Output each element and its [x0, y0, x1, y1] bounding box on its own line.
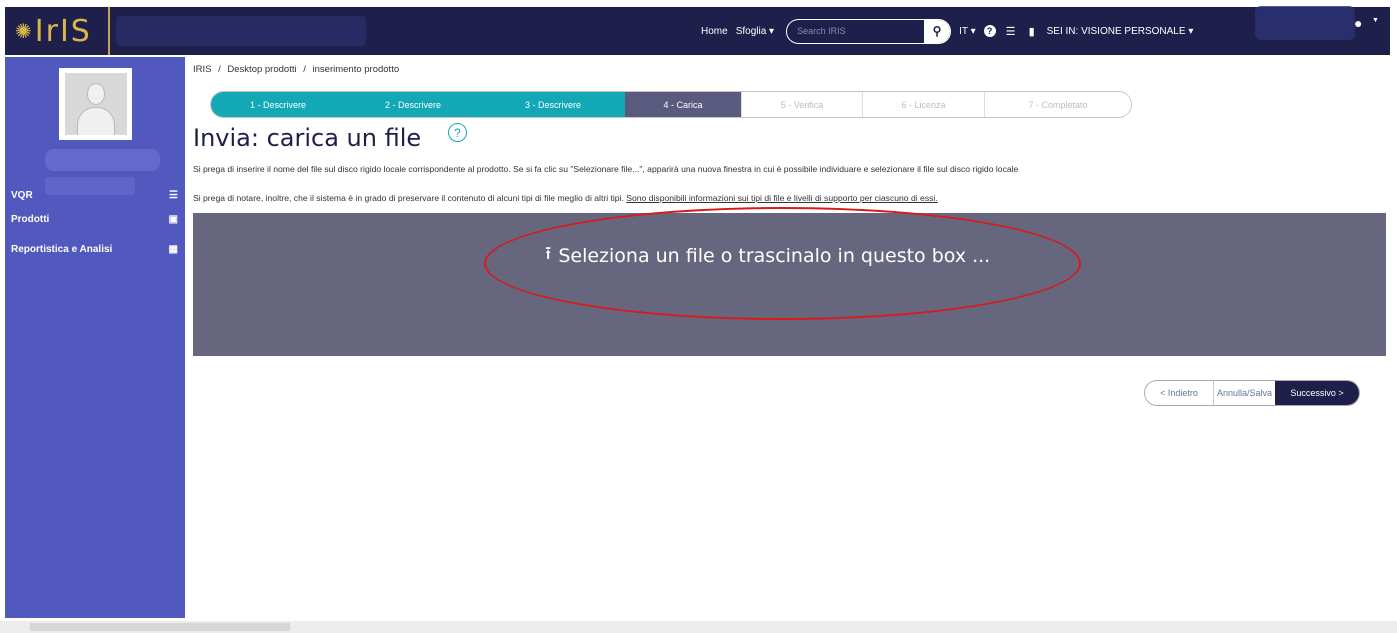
breadcrumb-separator: / — [303, 64, 306, 75]
step-5: 5 - Verifica — [741, 92, 862, 117]
breadcrumb-separator: / — [218, 64, 221, 75]
file-formats-link[interactable]: Sono disponibili informazioni sui tipi d… — [626, 193, 937, 203]
info-text-1: Si prega di inserire il nome del file su… — [193, 164, 1019, 174]
blurred-user-name — [45, 149, 160, 171]
file-dropzone[interactable]: ⭱ Seleziona un file o trascinalo in ques… — [193, 213, 1386, 356]
sidebar-item-label: Prodotti — [11, 213, 50, 225]
sidebar-item-label: VQR — [11, 189, 33, 201]
language-selector[interactable]: IT ▾ — [959, 26, 976, 37]
cancel-save-button[interactable]: Annulla/Salva — [1214, 381, 1275, 405]
language-label: IT — [959, 25, 968, 37]
user-avatar-icon[interactable]: ● — [1354, 15, 1362, 31]
help-icon[interactable]: ? — [448, 123, 467, 142]
profile-label: SEI IN: VISIONE PERSONALE — [1046, 25, 1186, 37]
info-text-2-prefix: Si prega di notare, inoltre, che il sist… — [193, 193, 624, 203]
bookmark-icon[interactable]: ▮ — [1026, 25, 1038, 38]
back-button[interactable]: < Indietro — [1145, 381, 1214, 405]
search-box[interactable]: Search IRIS ⚲ — [786, 18, 952, 44]
chevron-down-icon: ▾ — [970, 25, 976, 37]
sidebar-item-reportistica[interactable]: Reportistica e Analisi ▦ — [5, 239, 185, 259]
breadcrumb-item-current: inserimento prodotto — [312, 64, 400, 75]
list-icon: ☰ — [169, 189, 178, 201]
wizard-buttons: < Indietro Annulla/Salva Successivo > — [1144, 380, 1360, 406]
upload-icon: ⭱ — [545, 243, 552, 264]
nav-browse-label: Sfoglia — [735, 25, 767, 37]
breadcrumb-item-desktop[interactable]: Desktop prodotti — [227, 64, 296, 75]
avatar — [59, 68, 132, 140]
navbar-right: Home Sfoglia ▾ Search IRIS ⚲ IT ▾ ? ☰ ▮ … — [701, 7, 1201, 55]
profile-menu[interactable]: SEI IN: VISIONE PERSONALE ▾ — [1047, 26, 1194, 37]
sun-icon: ✺ — [15, 19, 32, 43]
sidebar-item-vqr[interactable]: VQR ☰ — [5, 185, 185, 205]
step-3[interactable]: 3 - Descrivere — [481, 92, 625, 117]
chevron-down-icon: ▾ — [769, 25, 775, 37]
blurred-header-area — [116, 16, 366, 46]
step-wizard: 1 - Descrivere 2 - Descrivere 3 - Descri… — [210, 91, 1132, 118]
logo-text: IrIS — [34, 13, 92, 49]
table-icon: ▦ — [168, 243, 178, 255]
blurred-user-name — [1255, 6, 1355, 40]
step-4-active: 4 - Carica — [625, 92, 741, 117]
step-6: 6 - Licenza — [862, 92, 984, 117]
chevron-down-icon[interactable]: ▼ — [1372, 17, 1379, 24]
nav-browse-menu[interactable]: Sfoglia ▾ — [736, 26, 774, 37]
step-2[interactable]: 2 - Descrivere — [345, 92, 481, 117]
next-button[interactable]: Successivo > — [1275, 381, 1359, 405]
info-text-2: Si prega di notare, inoltre, che il sist… — [193, 193, 938, 203]
dropzone-label[interactable]: ⭱ Seleziona un file o trascinalo in ques… — [545, 241, 990, 271]
person-placeholder-icon — [64, 73, 127, 135]
list-icon[interactable]: ☰ — [1005, 25, 1017, 38]
nav-home-link[interactable]: Home — [701, 26, 728, 37]
document-icon: ▣ — [168, 213, 178, 225]
step-1[interactable]: 1 - Descrivere — [211, 92, 345, 117]
iris-logo[interactable]: ✺ IrIS — [5, 7, 110, 55]
page-title: Invia: carica un file — [193, 124, 422, 152]
search-icon[interactable]: ⚲ — [924, 19, 951, 43]
sidebar-item-prodotti[interactable]: Prodotti ▣ — [5, 209, 185, 229]
sidebar-item-label: Reportistica e Analisi — [11, 243, 113, 255]
breadcrumb-item-iris[interactable]: IRIS — [193, 64, 211, 75]
sidebar: VQR ☰ Prodotti ▣ Reportistica e Analisi … — [5, 57, 185, 618]
help-icon[interactable]: ? — [983, 25, 996, 37]
breadcrumb: IRIS / Desktop prodotti / inserimento pr… — [193, 64, 399, 75]
dropzone-text: Seleziona un file o trascinalo in questo… — [558, 245, 991, 267]
search-input[interactable]: Search IRIS — [787, 26, 924, 36]
chevron-down-icon: ▾ — [1188, 25, 1194, 37]
blurred-status-text — [30, 623, 290, 631]
step-7: 7 - Completato — [984, 92, 1131, 117]
